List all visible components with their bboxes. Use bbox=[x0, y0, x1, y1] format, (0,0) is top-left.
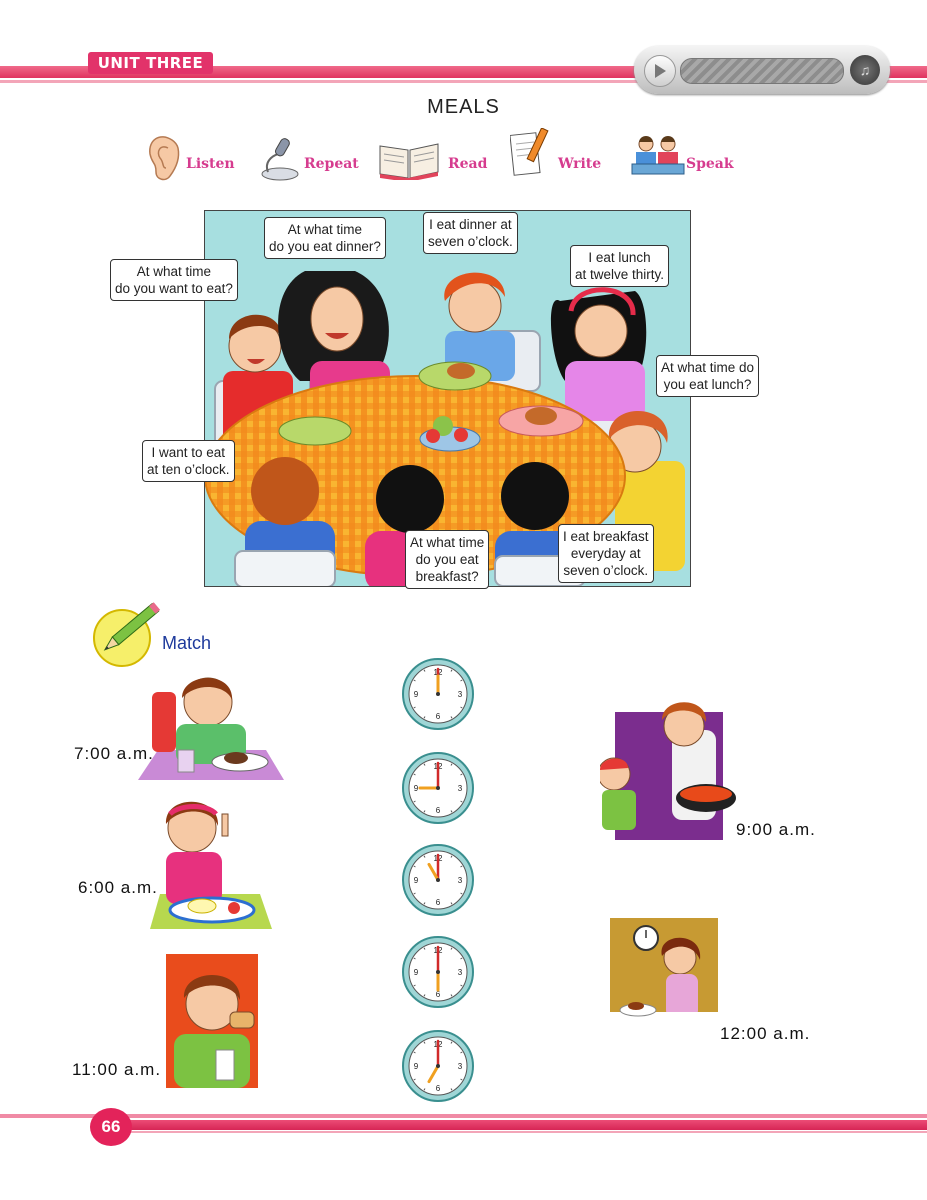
time-label: 12:00 a.m. bbox=[720, 1024, 811, 1043]
clock-numeral: 9 bbox=[414, 690, 419, 699]
clock-numeral: 3 bbox=[458, 876, 463, 885]
clock-numeral: 3 bbox=[458, 690, 463, 699]
time-label: 9:00 a.m. bbox=[736, 820, 816, 839]
clock-center bbox=[436, 692, 440, 696]
woman-eating-picture bbox=[610, 918, 718, 1042]
footer-stripe bbox=[110, 1120, 927, 1130]
father-barbecue-picture bbox=[600, 702, 736, 840]
clock-numeral: 9 bbox=[414, 876, 419, 885]
clock-numeral: 3 bbox=[458, 1062, 463, 1071]
clock-center bbox=[436, 786, 440, 790]
clock-face: 12369 bbox=[402, 658, 474, 730]
clock-numeral: 3 bbox=[458, 968, 463, 977]
clock-numeral: 6 bbox=[436, 712, 441, 721]
clock-face: 12369 bbox=[402, 1030, 474, 1102]
footer-stripe-light bbox=[110, 1131, 927, 1133]
clock-numeral: 9 bbox=[414, 968, 419, 977]
clock-numeral: 9 bbox=[414, 1062, 419, 1071]
clock-numeral: 6 bbox=[436, 806, 441, 815]
clocks-column: 1236912369123691236912369 bbox=[402, 658, 474, 1102]
clock-center bbox=[436, 878, 440, 882]
footer-stripe-thin bbox=[0, 1114, 927, 1118]
clock-face: 12369 bbox=[402, 936, 474, 1008]
clock-face: 12369 bbox=[402, 844, 474, 916]
clock-numeral: 3 bbox=[458, 784, 463, 793]
clock-numeral: 6 bbox=[436, 1084, 441, 1093]
page-number: 66 bbox=[90, 1108, 132, 1146]
clock-numeral: 6 bbox=[436, 898, 441, 907]
clock-center bbox=[436, 970, 440, 974]
clock-center bbox=[436, 1064, 440, 1068]
clock-numeral: 9 bbox=[414, 784, 419, 793]
clock-face: 12369 bbox=[402, 752, 474, 824]
